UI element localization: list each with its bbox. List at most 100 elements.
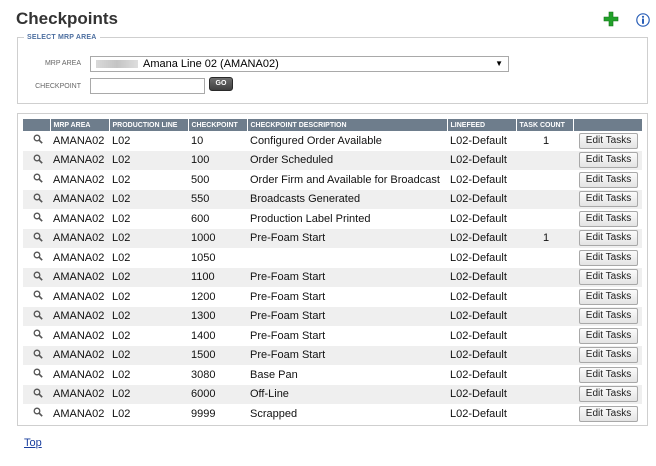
cell-action: Edit Tasks — [573, 365, 642, 385]
table-row: AMANA02 L02 1100 Pre-Foam Start L02-Default E… — [23, 267, 642, 287]
cell-mrp-area: AMANA02 — [50, 345, 109, 365]
cell-linefeed: L02-Default — [447, 345, 516, 365]
magnifier-icon[interactable] — [23, 131, 50, 151]
edit-tasks-button[interactable]: Edit Tasks — [579, 327, 638, 344]
cell-linefeed: L02-Default — [447, 150, 516, 170]
cell-checkpoint: 9999 — [191, 407, 216, 420]
cell-checkpoint-description: Configured Order Available — [250, 134, 382, 147]
cell-action: Edit Tasks — [573, 287, 642, 307]
magnifier-icon[interactable] — [23, 209, 50, 229]
cell-checkpoint-description: Broadcasts Generated — [247, 189, 447, 209]
checkpoint-input[interactable] — [90, 78, 205, 94]
edit-tasks-button[interactable]: Edit Tasks — [579, 132, 638, 149]
cell-checkpoint: 500 — [191, 173, 210, 186]
cell-mrp-area: AMANA02 — [53, 212, 105, 225]
edit-tasks-button[interactable]: Edit Tasks — [579, 191, 638, 208]
cell-task-count — [516, 404, 573, 424]
cell-action: Edit Tasks — [573, 228, 642, 248]
edit-tasks-button[interactable]: Edit Tasks — [579, 249, 638, 266]
cell-linefeed: L02-Default — [447, 384, 516, 404]
cell-action: Edit Tasks — [573, 326, 642, 346]
magnifier-icon[interactable] — [23, 287, 50, 307]
cell-task-count — [516, 326, 573, 346]
magnifier-icon[interactable] — [23, 404, 50, 424]
edit-tasks-button[interactable]: Edit Tasks — [579, 288, 638, 305]
cell-linefeed: L02-Default — [447, 228, 516, 248]
cell-task-count — [516, 248, 573, 268]
cell-action: Edit Tasks — [573, 248, 642, 268]
cell-production-line: L02 — [112, 212, 131, 225]
cell-task-count — [516, 365, 573, 385]
table-row: AMANA02 L02 600 Production Label Printed L02… — [23, 209, 642, 229]
magnifier-icon[interactable] — [23, 248, 50, 268]
mrp-area-legend: SELECT MRP AREA — [27, 34, 97, 41]
magnifier-icon[interactable] — [23, 384, 50, 404]
cell-checkpoint-description — [247, 248, 447, 268]
magnifier-icon[interactable] — [23, 306, 50, 326]
edit-tasks-button[interactable]: Edit Tasks — [579, 386, 638, 403]
edit-tasks-button[interactable]: Edit Tasks — [579, 210, 638, 227]
cell-production-line: L02 — [112, 368, 131, 381]
cell-action: Edit Tasks — [573, 345, 642, 365]
cell-task-count — [516, 267, 573, 287]
cell-linefeed: L02-Default — [450, 290, 507, 303]
edit-tasks-button[interactable]: Edit Tasks — [579, 230, 638, 247]
go-button[interactable]: GO — [209, 77, 233, 91]
mrp-area-select[interactable]: Amana Line 02 (AMANA02) ▼ — [90, 56, 509, 72]
cell-linefeed: L02-Default — [450, 407, 507, 420]
checkpoint-label: CHECKPOINT — [35, 83, 81, 90]
cell-production-line: L02 — [112, 134, 131, 147]
top-link[interactable]: Top — [24, 437, 42, 449]
edit-tasks-button[interactable]: Edit Tasks — [579, 308, 638, 325]
cell-task-count — [516, 189, 573, 209]
table-row: AMANA02 L02 1400 Pre-Foam Start L02-Default E… — [23, 326, 642, 346]
magnifier-icon[interactable] — [23, 150, 50, 170]
cell-production-line: L02 — [112, 251, 131, 264]
cell-production-line: L02 — [109, 189, 188, 209]
edit-tasks-button[interactable]: Edit Tasks — [579, 366, 638, 383]
magnifier-icon[interactable] — [23, 345, 50, 365]
mrp-area-label: MRP AREA — [44, 60, 81, 67]
edit-tasks-button[interactable]: Edit Tasks — [579, 405, 638, 422]
cell-checkpoint-description: Order Scheduled — [247, 150, 447, 170]
magnifier-icon[interactable] — [23, 228, 50, 248]
cell-mrp-area: AMANA02 — [50, 306, 109, 326]
cell-checkpoint-description: Pre-Foam Start — [247, 228, 447, 248]
edit-tasks-button[interactable]: Edit Tasks — [579, 171, 638, 188]
cell-production-line: L02 — [112, 329, 131, 342]
magnifier-icon[interactable] — [23, 365, 50, 385]
table-row: AMANA02 L02 550 Broadcasts Generated L02-Def… — [23, 189, 642, 209]
cell-task-count — [516, 384, 573, 404]
cell-production-line: L02 — [109, 345, 188, 365]
table-row: AMANA02 L02 100 Order Scheduled L02-Default E… — [23, 150, 642, 170]
cell-mrp-area: AMANA02 — [53, 407, 105, 420]
magnifier-icon[interactable] — [23, 267, 50, 287]
cell-production-line: L02 — [109, 384, 188, 404]
cell-linefeed: L02-Default — [450, 134, 507, 147]
cell-task-count: 1 — [542, 134, 550, 147]
cell-linefeed: L02-Default — [450, 329, 507, 342]
header-checkpoint: CHECKPOINT — [188, 119, 248, 131]
cell-checkpoint: 1400 — [191, 329, 216, 342]
checkpoints-table: MRP AREA PRODUCTION LINE CHECKPOINT CHEC… — [23, 119, 643, 424]
magnifier-icon[interactable] — [23, 326, 50, 346]
plus-icon[interactable] — [603, 11, 619, 27]
cell-linefeed: L02-Default — [447, 306, 516, 326]
cell-checkpoint: 600 — [191, 212, 210, 225]
cell-action: Edit Tasks — [573, 170, 642, 190]
table-row: AMANA02 L02 1500 Pre-Foam Start L02-Default E… — [23, 345, 642, 365]
edit-tasks-button[interactable]: Edit Tasks — [579, 347, 638, 364]
cell-checkpoint: 3080 — [191, 368, 216, 381]
info-icon[interactable] — [636, 13, 650, 27]
cell-action: Edit Tasks — [573, 384, 642, 404]
magnifier-icon[interactable] — [23, 170, 50, 190]
edit-tasks-button[interactable]: Edit Tasks — [579, 269, 638, 286]
cell-checkpoint: 100 — [188, 150, 247, 170]
edit-tasks-button[interactable]: Edit Tasks — [579, 152, 638, 169]
cell-checkpoint-description: Pre-Foam Start — [247, 267, 447, 287]
cell-mrp-area: AMANA02 — [53, 173, 105, 186]
magnifier-icon[interactable] — [23, 189, 50, 209]
cell-production-line: L02 — [112, 173, 131, 186]
cell-checkpoint: 1300 — [188, 306, 247, 326]
cell-linefeed: L02-Default — [450, 251, 507, 264]
